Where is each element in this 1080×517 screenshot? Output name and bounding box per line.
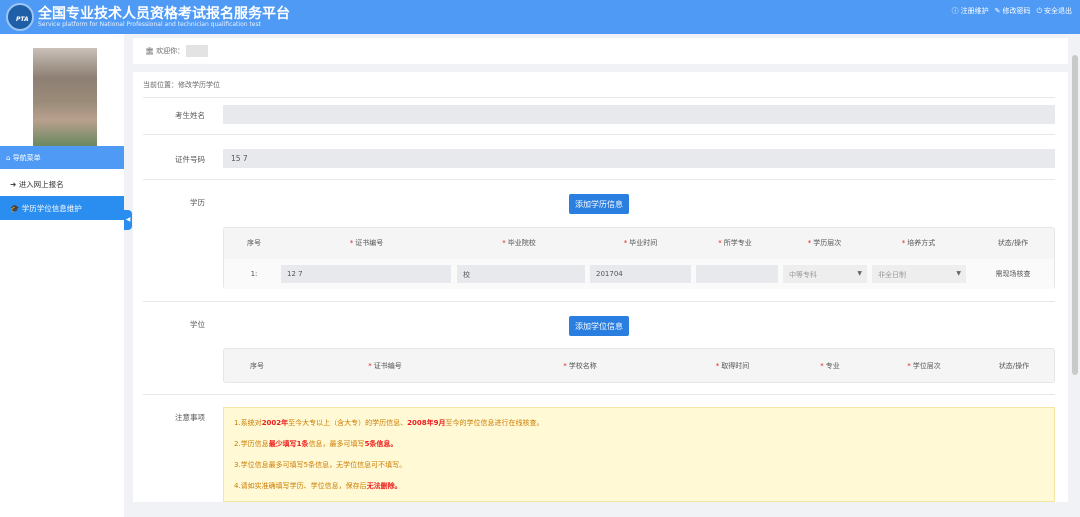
col-status: 状态/操作 (998, 361, 1030, 370)
home-icon: ⌂ (6, 154, 11, 162)
sidebar-item-label: 学历学位信息维护 (21, 204, 82, 213)
register-maintain-label: 注册维护 (960, 7, 989, 15)
signin-icon: ➜ (10, 180, 17, 189)
cert-no-input[interactable]: 12 7 (281, 265, 451, 283)
divider (143, 97, 1055, 98)
school-input[interactable]: 校 (457, 265, 585, 283)
divider (143, 301, 1055, 302)
degree-label: 学位 (190, 320, 205, 329)
sidebar-item-education-degree[interactable]: 🎓 学历学位信息维护 (0, 196, 124, 220)
scrollbar-thumb[interactable] (1072, 55, 1078, 375)
logout-link[interactable]: ⏻ 安全退出 (1036, 6, 1072, 16)
status-text: 需现场核查 (995, 270, 1031, 278)
note-4: 4.请如实准确填写学历、学位信息，保存后无法删除。 (234, 482, 402, 490)
top-header: PTA 全国专业技术人员资格考试报名服务平台 Service platform … (0, 0, 1080, 34)
note-3: 3.学位信息最多可填写5条信息，无学位信息可不填写。 (234, 461, 407, 469)
education-table-header: 序号 * 证书编号 * 毕业院校 * 毕业时间 * 所学专业 * 学历层次 * 培养方式 状… (224, 228, 1054, 258)
divider (143, 394, 1055, 395)
col-index: 序号 (250, 361, 264, 370)
chevron-left-icon: ◀ (125, 216, 131, 223)
notes-box: 1.系统对2002年至今大专以上（含大专）的学历信息、2008年9月至今的学位信… (223, 407, 1055, 502)
col-cert-no: * 证书编号 (349, 239, 384, 247)
header-links: ⓘ 注册维护 ✎ 修改密码 ⏻ 安全退出 (952, 6, 1072, 16)
add-degree-button[interactable]: 添加学位信息 (569, 316, 629, 336)
notes-label: 注意事项 (175, 413, 205, 422)
register-maintain-link[interactable]: ⓘ 注册维护 (952, 6, 989, 16)
divider (143, 179, 1055, 180)
col-obtain-time: * 取得时间 (715, 361, 750, 370)
pta-logo: PTA (6, 3, 34, 31)
row-index: 1: (250, 270, 258, 278)
col-school: * 毕业院校 (502, 239, 536, 247)
table-row: 1: 12 7 校 201704 中等专科 ▼ 非全日制 ▼ 需现场核查 (224, 259, 1054, 289)
add-education-button[interactable]: 添加学历信息 (569, 194, 629, 214)
grad-time-input[interactable]: 201704 (590, 265, 691, 283)
platform-title: 全国专业技术人员资格考试报名服务平台 (38, 6, 290, 22)
col-mode: * 培养方式 (901, 239, 936, 247)
sidebar-item-label: 进入网上报名 (18, 180, 64, 189)
logout-label: 安全退出 (1044, 7, 1072, 15)
id-number-label: 证件号码 (175, 155, 205, 164)
chevron-down-icon: ▼ (857, 270, 862, 277)
col-level: * 学历层次 (807, 239, 842, 247)
col-school-name: * 学校名称 (563, 361, 597, 370)
education-table: 序号 * 证书编号 * 毕业院校 * 毕业时间 * 所学专业 * 学历层次 * 培养方式 状… (223, 227, 1055, 289)
col-cert-no: * 证书编号 (368, 361, 402, 370)
mode-select[interactable]: 非全日制 ▼ (872, 265, 966, 283)
username-masked (186, 45, 209, 57)
breadcrumb: 当前位置：修改学历学位 (143, 81, 220, 89)
change-password-link[interactable]: ✎ 修改密码 (995, 6, 1031, 16)
info-icon: ⓘ (951, 7, 959, 15)
nav-menu-title: 导航菜单 (12, 154, 41, 162)
col-status: 状态/操作 (997, 239, 1029, 247)
col-major: * 专业 (820, 361, 840, 370)
graduation-cap-icon: 🎓 (10, 204, 20, 213)
note-2: 2.学历信息最少填写1条信息，最多可填写5条信息。 (234, 440, 398, 448)
change-password-label: 修改密码 (1002, 7, 1031, 15)
name-label: 考生姓名 (175, 111, 205, 120)
sidebar: ⌂ 导航菜单 ➜ 进入网上报名 🎓 学历学位信息维护 (0, 34, 124, 517)
level-select[interactable]: 中等专科 ▼ (783, 265, 867, 283)
mode-select-value: 非全日制 (878, 271, 906, 279)
level-select-value: 中等专科 (789, 271, 817, 279)
col-major: * 所学专业 (718, 239, 752, 247)
col-degree-level: * 学位层次 (907, 361, 941, 370)
col-index: 序号 (247, 239, 261, 247)
col-grad-time: * 毕业时间 (623, 239, 658, 247)
nav-menu-header: ⌂ 导航菜单 (0, 146, 124, 169)
edit-icon: ✎ (994, 7, 1001, 15)
main-content: 当前位置：修改学历学位 考生姓名 证件号码 15 7 学历 添加学历信息 序号 … (133, 72, 1068, 502)
id-number-field[interactable]: 15 7 (223, 149, 1055, 168)
sidebar-collapse-toggle[interactable]: ◀ (124, 210, 132, 230)
welcome-label: 欢迎你： (156, 47, 185, 55)
education-label: 学历 (190, 198, 205, 207)
chevron-down-icon: ▼ (956, 270, 961, 277)
degree-table: 序号 * 证书编号 * 学校名称 * 取得时间 * 专业 * 学位层次 状态/操作 (223, 348, 1055, 383)
divider (143, 134, 1055, 135)
platform-subtitle: Service platform for National Profession… (38, 21, 261, 28)
power-icon: ⏻ (1036, 6, 1042, 15)
major-input[interactable] (696, 265, 778, 283)
bank-icon: 🏛 (145, 47, 154, 55)
sidebar-item-online-registration[interactable]: ➜ 进入网上报名 (0, 172, 124, 196)
logo-text: PTA (16, 16, 29, 23)
welcome-bar: 🏛 欢迎你： (133, 38, 1068, 64)
note-1: 1.系统对2002年至今大专以上（含大专）的学历信息、2008年9月至今的学位信… (234, 419, 544, 427)
name-field[interactable] (223, 105, 1055, 124)
